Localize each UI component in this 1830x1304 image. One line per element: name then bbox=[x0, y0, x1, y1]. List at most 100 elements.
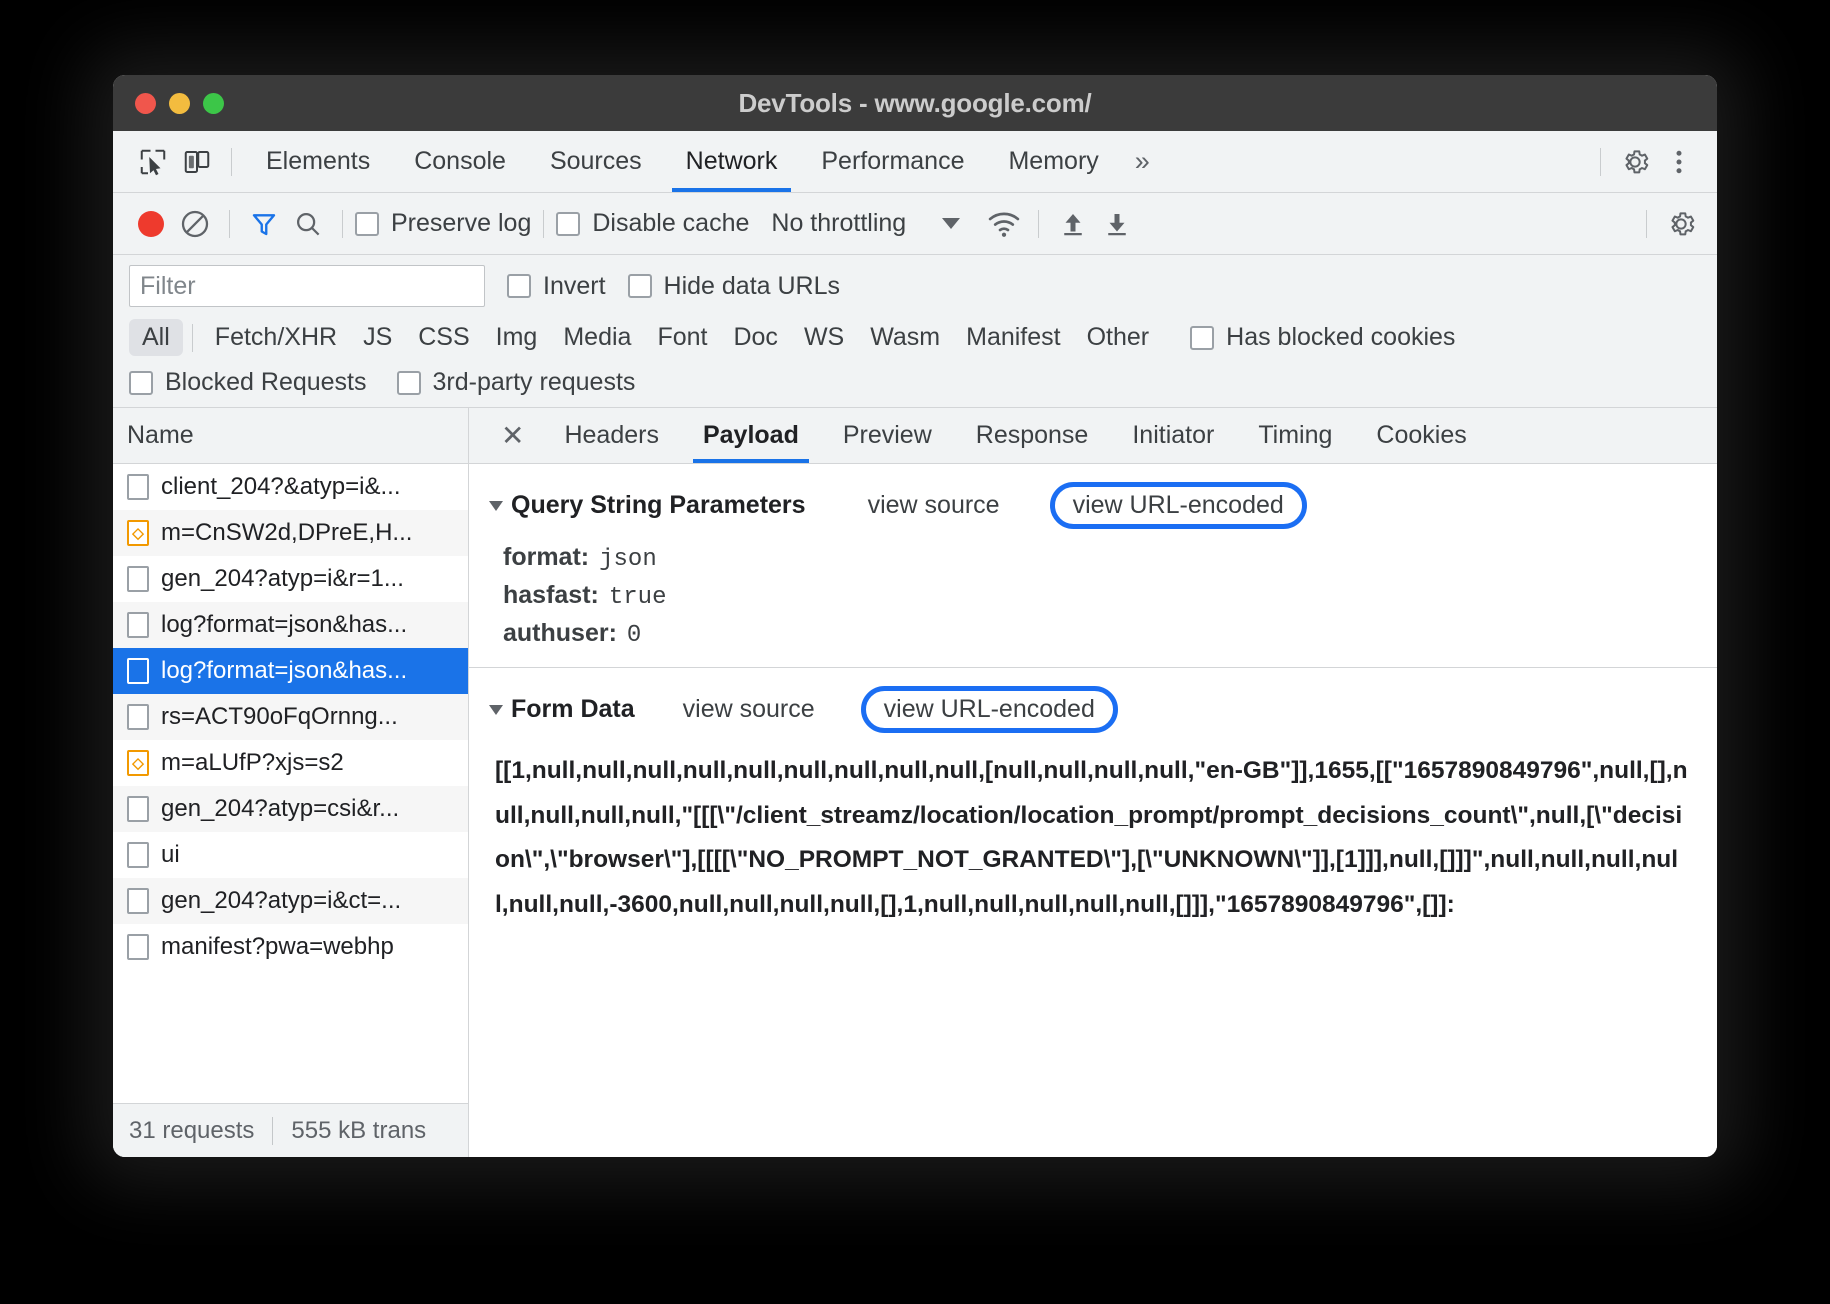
download-har-icon[interactable] bbox=[1095, 202, 1139, 246]
tab-console[interactable]: Console bbox=[392, 131, 528, 192]
request-detail-pane: ✕ Headers Payload Preview Response Initi… bbox=[469, 408, 1717, 1157]
type-filter-img[interactable]: Img bbox=[483, 319, 551, 356]
has-blocked-cookies-checkbox[interactable]: Has blocked cookies bbox=[1190, 323, 1455, 352]
device-toolbar-icon[interactable] bbox=[175, 140, 219, 184]
table-row[interactable]: manifest?pwa=webhp bbox=[113, 924, 468, 970]
third-party-requests-box[interactable] bbox=[397, 371, 421, 395]
doc-icon bbox=[127, 474, 149, 500]
type-filter-font[interactable]: Font bbox=[644, 319, 720, 356]
network-status-bar: 31 requests 555 kB trans bbox=[113, 1103, 468, 1157]
window-titlebar: DevTools - www.google.com/ bbox=[113, 75, 1717, 131]
hide-data-urls-box[interactable] bbox=[628, 274, 652, 298]
type-filter-media[interactable]: Media bbox=[550, 319, 644, 356]
tab-headers[interactable]: Headers bbox=[542, 408, 681, 463]
hide-data-urls-checkbox[interactable]: Hide data URLs bbox=[628, 272, 840, 301]
type-filter-all[interactable]: All bbox=[129, 319, 183, 356]
tab-memory[interactable]: Memory bbox=[986, 131, 1120, 192]
form-view-source-link[interactable]: view source bbox=[683, 695, 815, 724]
clear-icon[interactable] bbox=[173, 202, 217, 246]
table-row[interactable]: gen_204?atyp=i&ct=... bbox=[113, 878, 468, 924]
blocked-requests-box[interactable] bbox=[129, 371, 153, 395]
record-icon[interactable] bbox=[129, 202, 173, 246]
tab-elements[interactable]: Elements bbox=[244, 131, 392, 192]
tab-sources[interactable]: Sources bbox=[528, 131, 664, 192]
tab-cookies[interactable]: Cookies bbox=[1354, 408, 1488, 463]
inspect-element-icon[interactable] bbox=[131, 140, 175, 184]
wifi-icon[interactable] bbox=[982, 202, 1026, 246]
invert-box[interactable] bbox=[507, 274, 531, 298]
hide-data-urls-label: Hide data URLs bbox=[664, 272, 840, 301]
collapse-triangle-icon[interactable] bbox=[489, 501, 503, 511]
request-rows: client_204?&atyp=i&... ◇ m=CnSW2d,DPreE,… bbox=[113, 464, 468, 1103]
filter-input[interactable] bbox=[129, 265, 485, 307]
preserve-log-box[interactable] bbox=[355, 212, 379, 236]
tab-performance[interactable]: Performance bbox=[799, 131, 986, 192]
type-filter-manifest[interactable]: Manifest bbox=[953, 319, 1073, 356]
upload-har-icon[interactable] bbox=[1051, 202, 1095, 246]
tab-payload[interactable]: Payload bbox=[681, 408, 821, 463]
toolbar-divider-1 bbox=[229, 210, 230, 238]
tab-console-label: Console bbox=[414, 147, 506, 176]
table-row-selected[interactable]: log?format=json&has... bbox=[113, 648, 468, 694]
form-data-title: Form Data bbox=[511, 695, 635, 724]
table-row[interactable]: log?format=json&has... bbox=[113, 602, 468, 648]
tab-timing[interactable]: Timing bbox=[1236, 408, 1354, 463]
devtools-tabstrip: Elements Console Sources Network Perform… bbox=[113, 131, 1717, 193]
query-view-url-encoded-link[interactable]: view URL-encoded bbox=[1073, 491, 1284, 519]
doc-icon bbox=[127, 934, 149, 960]
request-name: manifest?pwa=webhp bbox=[161, 933, 394, 961]
type-filter-wasm[interactable]: Wasm bbox=[857, 319, 953, 356]
more-vertical-icon[interactable] bbox=[1657, 140, 1701, 184]
type-filter-ws[interactable]: WS bbox=[791, 319, 857, 356]
tab-initiator[interactable]: Initiator bbox=[1110, 408, 1236, 463]
toolbar-divider bbox=[231, 148, 232, 176]
blocked-requests-checkbox[interactable]: Blocked Requests bbox=[129, 368, 367, 397]
table-row[interactable]: gen_204?atyp=csi&r... bbox=[113, 786, 468, 832]
type-filter-css[interactable]: CSS bbox=[405, 319, 482, 356]
gear-icon[interactable] bbox=[1613, 140, 1657, 184]
table-row[interactable]: ◇ m=CnSW2d,DPreE,H... bbox=[113, 510, 468, 556]
close-icon[interactable]: ✕ bbox=[483, 422, 542, 450]
tab-response[interactable]: Response bbox=[954, 408, 1111, 463]
table-row[interactable]: rs=ACT90oFqOrnng... bbox=[113, 694, 468, 740]
type-filter-js[interactable]: JS bbox=[350, 319, 405, 356]
has-blocked-cookies-box[interactable] bbox=[1190, 326, 1214, 350]
throttling-select[interactable]: No throttling bbox=[771, 209, 960, 238]
more-tabs-icon[interactable]: » bbox=[1121, 146, 1164, 177]
disable-cache-checkbox[interactable]: Disable cache bbox=[556, 209, 749, 238]
table-row[interactable]: gen_204?atyp=i&r=1... bbox=[113, 556, 468, 602]
collapse-triangle-icon[interactable] bbox=[489, 705, 503, 715]
query-view-url-encoded-highlight: view URL-encoded bbox=[1050, 482, 1307, 529]
disable-cache-box[interactable] bbox=[556, 212, 580, 236]
disable-cache-label: Disable cache bbox=[592, 209, 749, 238]
filter-funnel-icon[interactable] bbox=[242, 202, 286, 246]
type-filter-doc[interactable]: Doc bbox=[720, 319, 790, 356]
tab-preview[interactable]: Preview bbox=[821, 408, 954, 463]
request-list-header[interactable]: Name bbox=[113, 408, 468, 464]
search-icon[interactable] bbox=[286, 202, 330, 246]
type-filter-fetch-xhr[interactable]: Fetch/XHR bbox=[202, 319, 350, 356]
table-row[interactable]: ui bbox=[113, 832, 468, 878]
invert-label: Invert bbox=[543, 272, 606, 301]
query-param-key: authuser: bbox=[503, 619, 617, 648]
table-row[interactable]: ◇ m=aLUfP?xjs=s2 bbox=[113, 740, 468, 786]
form-view-url-encoded-link[interactable]: view URL-encoded bbox=[884, 695, 1095, 723]
has-blocked-cookies-label: Has blocked cookies bbox=[1226, 323, 1455, 352]
doc-icon bbox=[127, 796, 149, 822]
throttling-value: No throttling bbox=[771, 209, 906, 238]
network-settings-gear-icon[interactable] bbox=[1659, 202, 1703, 246]
tab-network[interactable]: Network bbox=[664, 131, 800, 192]
request-name: log?format=json&has... bbox=[161, 611, 407, 639]
request-name: gen_204?atyp=i&ct=... bbox=[161, 887, 401, 915]
type-filter-other[interactable]: Other bbox=[1074, 319, 1163, 356]
invert-checkbox[interactable]: Invert bbox=[507, 272, 606, 301]
query-view-source-link[interactable]: view source bbox=[868, 491, 1000, 520]
preserve-log-checkbox[interactable]: Preserve log bbox=[355, 209, 531, 238]
third-party-requests-checkbox[interactable]: 3rd-party requests bbox=[397, 368, 636, 397]
query-string-title: Query String Parameters bbox=[511, 491, 806, 520]
form-data-section-header: Form Data view source view URL-encoded bbox=[469, 668, 1717, 743]
doc-icon bbox=[127, 658, 149, 684]
network-body: Name client_204?&atyp=i&... ◇ m=CnSW2d,D… bbox=[113, 408, 1717, 1157]
table-row[interactable]: client_204?&atyp=i&... bbox=[113, 464, 468, 510]
tab-performance-label: Performance bbox=[821, 147, 964, 176]
